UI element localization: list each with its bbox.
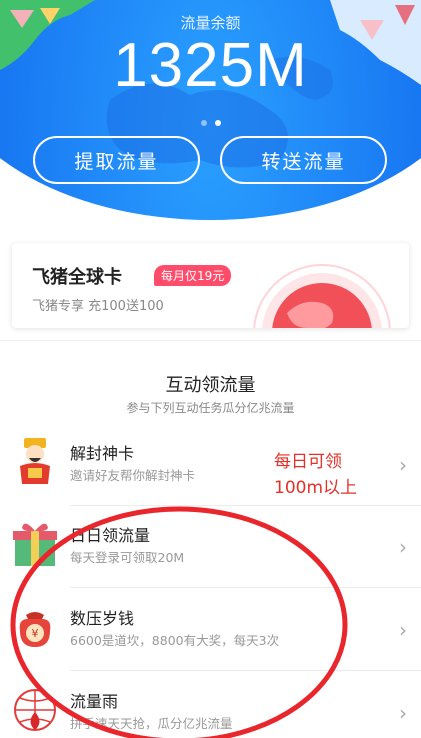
promo-title: 飞猪全球卡 bbox=[32, 267, 122, 288]
section-title: 互动领流量 bbox=[165, 375, 256, 396]
god-of-wealth-icon bbox=[20, 438, 50, 484]
task-title: 解封神卡 bbox=[70, 444, 135, 463]
section-subtitle: 参与下列互动任务瓜分亿兆流量 bbox=[126, 401, 295, 415]
task-item-flow-rain[interactable]: 流量雨 拼手速天天抢，瓜分亿兆流量 › bbox=[0, 668, 421, 738]
transfer-flow-button[interactable]: 转送流量 bbox=[220, 136, 387, 184]
task-title: 流量雨 bbox=[70, 692, 119, 711]
carousel-dots bbox=[0, 120, 421, 126]
task-title: 日日领流量 bbox=[70, 526, 151, 545]
task-item-daily-flow[interactable]: 日日领流量 每天登录可领取20M › bbox=[0, 502, 421, 588]
chevron-right-icon: › bbox=[399, 453, 407, 477]
svg-text:¥: ¥ bbox=[32, 627, 39, 640]
task-title: 数压岁钱 bbox=[70, 609, 135, 628]
divider bbox=[0, 340, 421, 341]
annotation-line-2: 100m以上 bbox=[274, 478, 358, 498]
task-item-lucky-money[interactable]: ¥ 数压岁钱 6600是道坎，8800有大奖，每天3次 › bbox=[0, 585, 421, 671]
carousel-dot-active[interactable] bbox=[214, 120, 221, 126]
gift-box-icon bbox=[13, 523, 57, 566]
money-bag-icon: ¥ bbox=[19, 612, 51, 647]
balance-amount: 1325M bbox=[113, 31, 308, 100]
globe-icon bbox=[253, 264, 391, 328]
task-description: 6600是道坎，8800有大奖，每天3次 bbox=[70, 633, 280, 648]
promo-subtitle: 飞猪专享 充100送100 bbox=[32, 299, 164, 314]
task-description: 每天登录可领取20M bbox=[70, 550, 185, 565]
carousel-dot[interactable] bbox=[200, 120, 207, 126]
chevron-right-icon: › bbox=[399, 618, 407, 642]
chevron-right-icon: › bbox=[399, 535, 407, 559]
handwritten-annotation: 每日可领 100m以上 bbox=[274, 449, 357, 501]
global-card-promo[interactable]: 飞猪全球卡 每月仅19元 飞猪专享 充100送100 bbox=[12, 243, 409, 328]
hero-banner: 流量余额 1325M 提取流量 转送流量 bbox=[0, 0, 421, 222]
task-description: 拼手速天天抢，瓜分亿兆流量 bbox=[70, 716, 233, 731]
extract-flow-button[interactable]: 提取流量 bbox=[33, 136, 200, 184]
chevron-right-icon: › bbox=[399, 701, 407, 725]
task-item-unlock-card[interactable]: 解封神卡 邀请好友帮你解封神卡 › bbox=[0, 420, 421, 506]
globe-rain-icon bbox=[14, 689, 56, 731]
annotation-line-1: 每日可领 bbox=[274, 452, 342, 472]
promo-badge: 每月仅19元 bbox=[154, 265, 232, 286]
task-description: 邀请好友帮你解封神卡 bbox=[70, 468, 196, 483]
